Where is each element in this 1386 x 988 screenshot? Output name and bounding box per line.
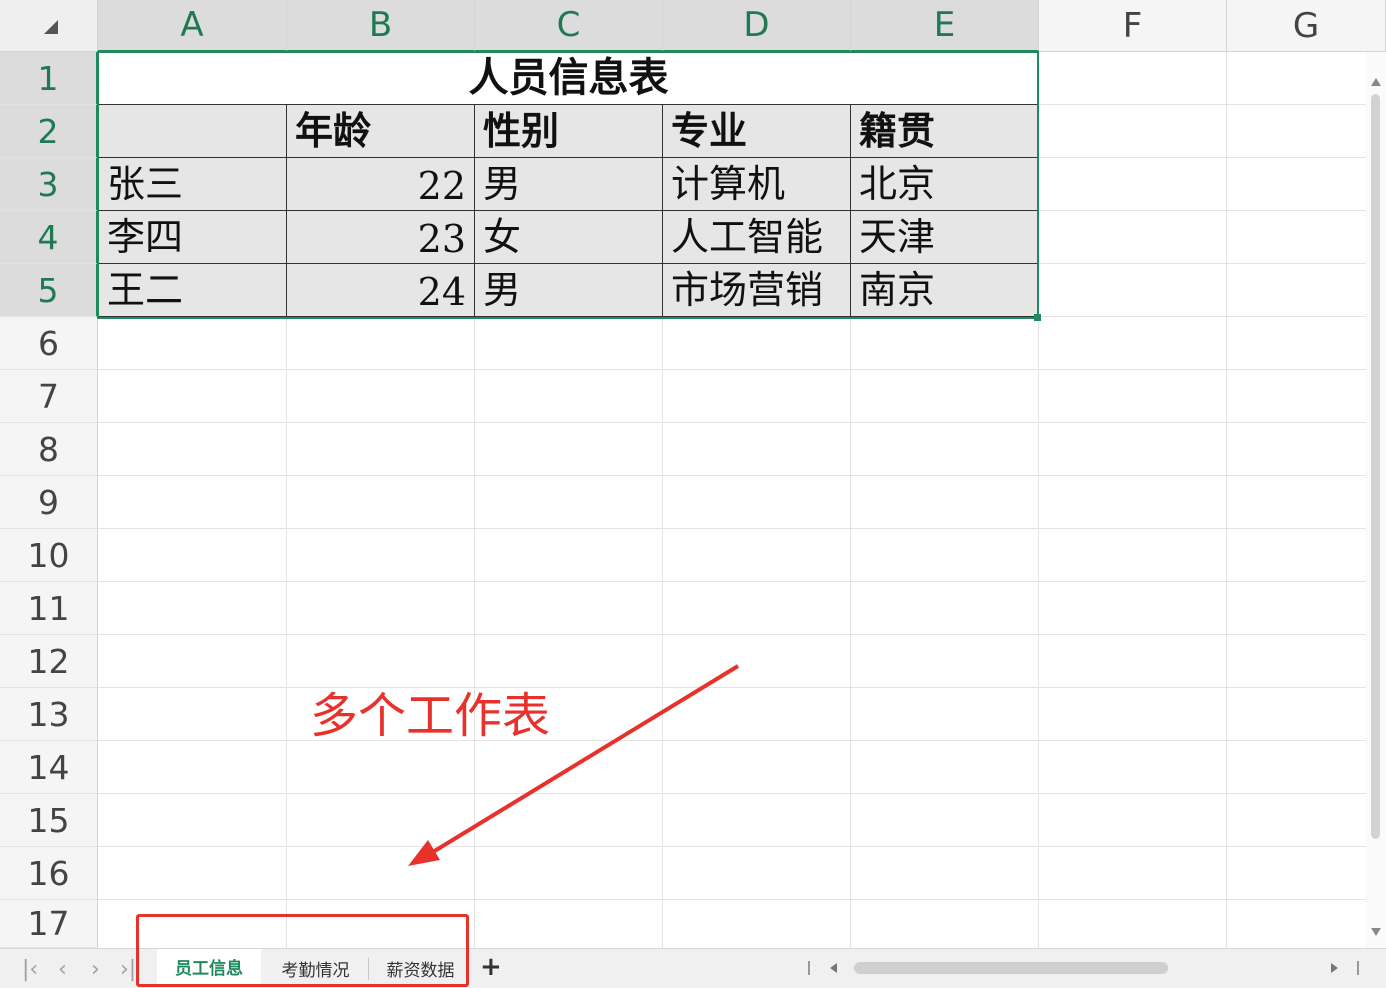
table-cell-age[interactable]: 22 [287,158,475,211]
column-header-e[interactable]: E [851,0,1039,52]
table-cell-name[interactable]: 张三 [99,158,287,211]
table-cell-major[interactable]: 计算机 [663,158,851,211]
spreadsheet-window: A B C D E F G 1 2 3 4 5 6 7 8 9 10 11 12… [0,0,1386,988]
column-header-a[interactable]: A [98,0,287,52]
prev-sheet-icon[interactable]: ‹ [58,957,67,982]
table-cell-hometown[interactable]: 天津 [851,211,1038,264]
split-handle-right[interactable] [1357,961,1359,975]
vertical-scroll-thumb[interactable] [1371,94,1380,839]
column-header-g[interactable]: G [1227,0,1386,52]
select-all-corner[interactable] [0,0,98,52]
first-sheet-icon[interactable]: |‹ [22,957,38,982]
row-header-8[interactable]: 8 [0,423,98,476]
row-header-6[interactable]: 6 [0,317,98,370]
scroll-right-icon[interactable] [1331,963,1338,973]
vertical-scrollbar[interactable] [1366,52,1386,948]
table-cell-gender[interactable]: 女 [475,211,663,264]
row-header-12[interactable]: 12 [0,635,98,688]
column-header-d[interactable]: D [663,0,851,52]
table-cell-age[interactable]: 24 [287,264,475,317]
table-cell-major[interactable]: 人工智能 [663,211,851,264]
row-header-2[interactable]: 2 [0,105,98,158]
row-header-15[interactable]: 15 [0,794,98,847]
row-header-14[interactable]: 14 [0,741,98,794]
row-header-10[interactable]: 10 [0,529,98,582]
table-cell-hometown[interactable]: 北京 [851,158,1038,211]
table-cell-major[interactable]: 市场营销 [663,264,851,317]
row-header-9[interactable]: 9 [0,476,98,529]
row-header-3[interactable]: 3 [0,158,98,211]
select-all-icon [44,20,58,34]
header-cell-hometown[interactable]: 籍贯 [851,105,1038,158]
header-cell-age[interactable]: 年龄 [287,105,475,158]
fill-handle[interactable] [1034,314,1041,321]
row-header-7[interactable]: 7 [0,370,98,423]
scroll-up-icon[interactable] [1371,78,1381,86]
scroll-left-icon[interactable] [830,963,837,973]
table-cell-age[interactable]: 23 [287,211,475,264]
header-cell-a2[interactable] [99,105,287,158]
last-sheet-icon[interactable]: ›| [120,957,136,982]
next-sheet-icon[interactable]: › [91,957,100,982]
row-header-13[interactable]: 13 [0,688,98,741]
table-cell-gender[interactable]: 男 [475,264,663,317]
table-title-cell[interactable]: 人员信息表 [99,53,1038,105]
header-cell-gender[interactable]: 性别 [475,105,663,158]
row-header-5[interactable]: 5 [0,264,98,317]
scroll-down-icon[interactable] [1371,928,1381,936]
row-header-11[interactable]: 11 [0,582,98,635]
row-header-17[interactable]: 17 [0,900,98,948]
annotation-highlight-box [136,914,469,987]
header-cell-major[interactable]: 专业 [663,105,851,158]
add-sheet-button[interactable]: + [480,952,502,982]
annotation-label: 多个工作表 [310,688,551,744]
column-header-b[interactable]: B [287,0,475,52]
table-cell-hometown[interactable]: 南京 [851,264,1038,317]
row-header-1[interactable]: 1 [0,52,98,105]
horizontal-scroll-thumb[interactable] [854,962,1168,974]
row-header-4[interactable]: 4 [0,211,98,264]
row-header-16[interactable]: 16 [0,847,98,900]
table-cell-gender[interactable]: 男 [475,158,663,211]
table-cell-name[interactable]: 李四 [99,211,287,264]
split-handle-left[interactable] [808,961,810,975]
table-cell-name[interactable]: 王二 [99,264,287,317]
column-header-f[interactable]: F [1039,0,1227,52]
